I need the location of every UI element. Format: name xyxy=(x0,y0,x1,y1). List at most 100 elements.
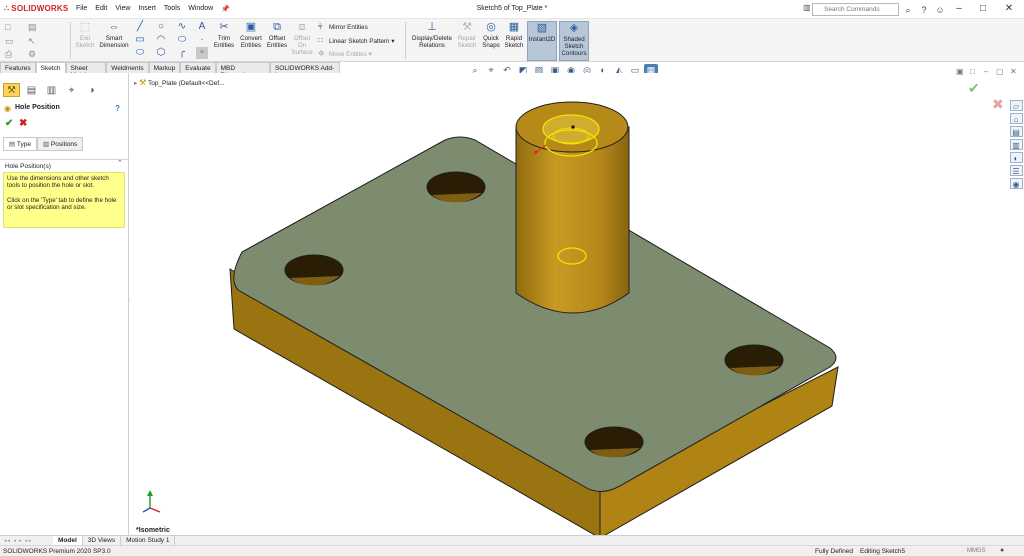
tab-type[interactable]: ▤ Type xyxy=(3,137,37,151)
hole-center-point[interactable] xyxy=(571,125,575,129)
convert-entities-button[interactable]: ▣ Convert Entities xyxy=(238,21,264,61)
save-icon[interactable]: ▤ xyxy=(28,21,40,33)
command-manager: □ ▤ ▭ ↖ ⎙ ⚙ ⬚ Exit Sketch ⇔ Smart Dimensio… xyxy=(0,19,1024,62)
tab-solidworks-add-ins[interactable]: SOLIDWORKS Add-Ins xyxy=(269,62,340,79)
tab-positions[interactable]: ▥ Positions xyxy=(36,137,84,151)
fillet-icon[interactable]: ╭ xyxy=(176,47,188,59)
linear-sketch-pattern-button[interactable]: ∷ Linear Sketch Pattern ▾ xyxy=(318,36,394,45)
ellipse-icon[interactable]: ⬭ xyxy=(176,34,188,46)
chevron-up-icon[interactable]: ⌃ xyxy=(117,159,123,167)
mirror-entities-button[interactable]: ⫩ Mirror Entities xyxy=(318,22,368,32)
solidworks-forum-icon[interactable]: ◉ xyxy=(1009,178,1023,189)
new-icon[interactable]: □ xyxy=(5,21,17,33)
offset-entities-button[interactable]: ⧉ Offset Entities xyxy=(266,21,288,61)
configuration-manager-icon[interactable]: ▥ xyxy=(43,83,60,97)
relations-icon: ⊥ xyxy=(427,21,437,33)
feature-tree-flyout[interactable]: ▸ ⚒ Top_Plate (Default<<Def... xyxy=(134,78,225,87)
minimize-icon[interactable]: – xyxy=(948,2,970,16)
spline-icon[interactable]: ∿ xyxy=(176,21,188,33)
confirm-cancel-icon[interactable]: ✖ xyxy=(992,96,1004,113)
type-icon: ▤ xyxy=(9,141,16,148)
design-library-icon[interactable]: ▤ xyxy=(1009,126,1023,137)
tab-sketch[interactable]: Sketch xyxy=(35,62,66,73)
tab-evaluate[interactable]: Evaluate xyxy=(180,62,216,73)
custom-properties-icon[interactable]: ☰ xyxy=(1009,165,1023,176)
display-manager-icon[interactable]: ◑ xyxy=(83,83,100,97)
arc-icon[interactable]: ◠ xyxy=(155,34,167,46)
trim-entities-button[interactable]: ✂ Trim Entities xyxy=(212,21,236,61)
viewport-restore-icon[interactable]: □ xyxy=(970,67,975,76)
display-delete-relations-button[interactable]: ⊥ Display/Delete Relations xyxy=(409,21,455,61)
hole-wizard-icon: ◉ xyxy=(4,104,11,113)
point-icon[interactable]: ∙ xyxy=(196,34,208,46)
viewport-maximize-icon[interactable]: ▢ xyxy=(996,67,1004,76)
construction-plane-icon[interactable]: ▫ xyxy=(196,47,208,59)
tab-features[interactable]: Features xyxy=(0,62,36,73)
group-header-hole-positions[interactable]: Hole Position(s) xyxy=(0,159,129,170)
rapid-sketch-button[interactable]: ▦ Rapid Sketch xyxy=(503,21,525,61)
tab-markup[interactable]: Markup xyxy=(148,62,181,73)
tab-sheet-metal[interactable]: Sheet Metal xyxy=(65,62,107,79)
positions-icon: ▥ xyxy=(42,141,50,148)
boss-cylinder-body xyxy=(515,126,630,314)
dimxpert-icon[interactable]: ⌖ xyxy=(63,83,80,97)
appearances-icon[interactable]: ◐ xyxy=(1009,152,1023,163)
confirm-ok-icon[interactable]: ✔ xyxy=(968,80,980,97)
mirror-icon: ⫩ xyxy=(318,22,323,31)
close-icon[interactable]: ✕ xyxy=(998,2,1020,16)
product-version: SOLIDWORKS Premium 2020 SP3.0 xyxy=(3,548,111,555)
viewport-close-icon[interactable]: ✕ xyxy=(1010,67,1017,76)
bottom-tabs-bar: ◂◂ ◂ ▸ ▸▸ Model 3D Views Motion Study 1 xyxy=(0,535,1024,546)
search-commands-input[interactable]: Search Commands xyxy=(812,3,899,16)
slot-icon[interactable]: ⬭ xyxy=(134,47,146,59)
options-gear-icon[interactable]: ⚙ xyxy=(28,48,40,60)
unit-system[interactable]: MMGS xyxy=(967,548,986,554)
cancel-button[interactable]: ✖ xyxy=(19,118,27,129)
file-explorer-icon[interactable]: ▥ xyxy=(1009,139,1023,150)
property-manager-icon[interactable]: ▤ xyxy=(23,83,40,97)
model-view[interactable] xyxy=(130,73,1007,535)
move-entities-button[interactable]: ✥ Move Entities ▾ xyxy=(318,49,372,58)
graphics-area[interactable] xyxy=(130,73,1007,535)
status-options-icon[interactable]: ● xyxy=(1000,547,1004,554)
hole-sketch-outer[interactable] xyxy=(542,114,600,144)
open-icon[interactable]: ▭ xyxy=(5,35,17,47)
text-icon[interactable]: A xyxy=(196,21,208,33)
viewport-split-icon[interactable]: ▣ xyxy=(956,67,964,76)
polygon-icon[interactable]: ⬡ xyxy=(155,47,167,59)
maximize-icon[interactable]: □ xyxy=(972,2,994,16)
shaded-sketch-contours-button[interactable]: ◈ Shaded Sketch Contours xyxy=(559,21,589,61)
help-text-type: Click on the 'Type' tab to define the ho… xyxy=(7,196,117,211)
tab-weldments[interactable]: Weldments xyxy=(106,62,149,73)
configuration-name: (Default<<Def... xyxy=(178,80,225,87)
viewport-minimize-icon[interactable]: – xyxy=(984,67,988,76)
search-dropdown-icon[interactable]: ▥ xyxy=(803,3,811,16)
tab-scroll-arrows[interactable]: ◂◂ ◂ ▸ ▸▸ xyxy=(4,538,32,544)
feature-manager-icon[interactable]: ⚒ xyxy=(3,83,20,97)
quick-snaps-button[interactable]: ◎ Quick Snaps xyxy=(480,21,502,61)
open-folder-icon[interactable]: ▱ xyxy=(1009,100,1023,111)
line-icon[interactable]: ╱ xyxy=(134,21,146,33)
select-icon[interactable]: ↖ xyxy=(28,35,40,47)
smart-dimension-button[interactable]: ⇔ Smart Dimension xyxy=(98,21,130,61)
instant2d-icon: ▧ xyxy=(536,22,548,34)
title-bar: ∴ SOLIDWORKS File Edit View Insert Tools … xyxy=(0,0,1024,19)
repair-sketch-button[interactable]: ⚒ Repair Sketch xyxy=(455,21,479,61)
instant2d-button[interactable]: ▧ Instant2D xyxy=(527,21,557,61)
ok-button[interactable]: ✔ xyxy=(5,118,13,129)
exit-sketch-button[interactable]: ⬚ Exit Sketch xyxy=(74,21,96,61)
print-icon[interactable]: ⎙ xyxy=(5,48,17,60)
convert-icon: ▣ xyxy=(245,21,257,33)
manager-tabs: ⚒ ▤ ▥ ⌖ ◑ xyxy=(0,83,129,97)
smart-dimension-icon: ⇔ xyxy=(108,21,120,33)
help-icon[interactable]: ? xyxy=(918,4,930,16)
tab-mbd-dimensions[interactable]: MBD Dimensions xyxy=(215,62,270,79)
expand-icon[interactable]: ▸ xyxy=(134,80,137,87)
search-icon[interactable]: ⌕ xyxy=(902,4,914,16)
circle-icon[interactable]: ○ xyxy=(155,21,167,33)
rectangle-icon[interactable]: ▭ xyxy=(134,34,146,46)
help-icon[interactable]: ? xyxy=(115,104,120,113)
user-icon[interactable]: ☺ xyxy=(934,4,946,16)
home-icon[interactable]: ⌂ xyxy=(1009,113,1023,124)
offset-on-surface-button[interactable]: ⧈ Offset On Surface xyxy=(290,21,314,61)
